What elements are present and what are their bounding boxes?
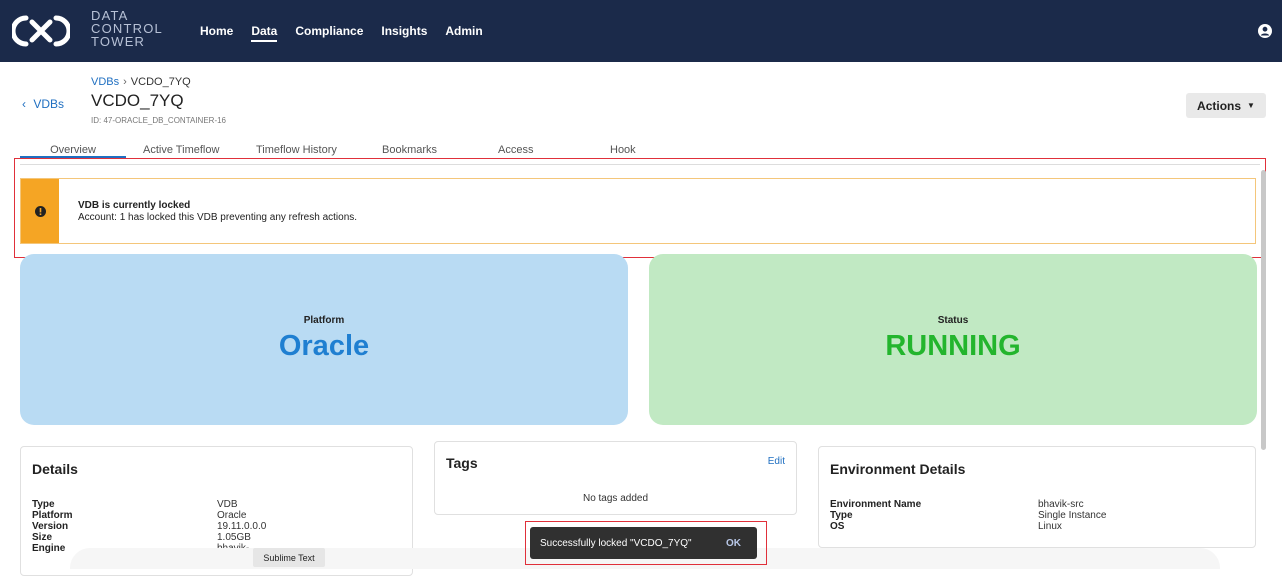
breadcrumb-vdbs[interactable]: VDBs: [91, 76, 119, 88]
detail-value: Oracle: [217, 510, 247, 521]
vdb-id: ID: 47-ORACLE_DB_CONTAINER-16: [91, 116, 226, 125]
detail-key: Engine: [32, 543, 66, 554]
tags-empty-text: No tags added: [582, 493, 649, 504]
breadcrumb: VDBs › VCDO_7YQ: [91, 76, 191, 88]
page-scrollbar[interactable]: [1261, 170, 1266, 450]
env-value: Single Instance: [1038, 510, 1107, 521]
env-key: Type: [830, 510, 853, 521]
tab-access[interactable]: Access: [498, 144, 533, 156]
environment-name-link[interactable]: bhavik-src: [1038, 499, 1106, 510]
details-values: VDB Oracle 19.11.0.0.0 1.05GB bhavik-: [217, 499, 266, 554]
tags-edit-link[interactable]: Edit: [768, 456, 785, 467]
nav-insights[interactable]: Insights: [381, 24, 427, 42]
nav-home[interactable]: Home: [200, 24, 233, 42]
details-title: Details: [32, 461, 78, 477]
tags-panel: Tags Edit No tags added: [434, 441, 797, 515]
actions-button[interactable]: Actions ▼: [1186, 93, 1266, 118]
environment-title: Environment Details: [830, 461, 966, 477]
environment-panel: Environment Details Environment Name Typ…: [818, 446, 1256, 548]
env-key: OS: [830, 521, 845, 532]
caret-down-icon: ▼: [1247, 101, 1255, 110]
actions-label: Actions: [1197, 98, 1242, 113]
highlight-box-toast: [525, 521, 767, 565]
detail-key: Size: [32, 532, 53, 543]
detail-key: Platform: [32, 510, 73, 521]
detail-value: 1.05GB: [217, 532, 251, 543]
main-nav: Home Data Compliance Insights Admin: [200, 24, 483, 42]
chevron-left-icon: ‹: [22, 97, 26, 111]
status-card: Status RUNNING: [649, 254, 1257, 425]
nav-compliance[interactable]: Compliance: [295, 24, 363, 42]
detail-value: 19.11.0.0.0: [217, 521, 267, 532]
detail-key: Version: [32, 521, 69, 532]
environment-values: bhavik-src Single Instance Linux: [1038, 499, 1106, 532]
details-keys: Type Platform Version Size Engine: [32, 499, 73, 554]
detail-value: VDB: [217, 499, 238, 510]
tags-title: Tags: [446, 455, 478, 471]
tab-overview[interactable]: Overview: [20, 144, 126, 158]
chevron-right-icon: ›: [123, 76, 127, 88]
tab-bookmarks[interactable]: Bookmarks: [382, 144, 437, 156]
status-value: RUNNING: [885, 330, 1021, 362]
env-key: Environment Name: [830, 499, 922, 510]
platform-card: Platform Oracle: [20, 254, 628, 425]
nav-data[interactable]: Data: [251, 24, 278, 42]
nav-admin[interactable]: Admin: [445, 24, 482, 42]
brand-name: DATA CONTROL TOWER: [91, 8, 163, 49]
tab-timeflow-history[interactable]: Timeflow History: [256, 144, 337, 156]
environment-keys: Environment Name Type OS: [830, 499, 921, 532]
back-link[interactable]: ‹ VDBs: [22, 97, 64, 111]
user-circle-icon[interactable]: [1258, 24, 1272, 38]
back-link-label: VDBs: [33, 97, 65, 111]
top-navbar: DATA CONTROL TOWER Home Data Compliance …: [0, 0, 1282, 62]
tab-active-timeflow[interactable]: Active Timeflow: [143, 144, 219, 156]
status-label: Status: [937, 315, 969, 326]
app-tooltip: Sublime Text: [253, 548, 325, 567]
page-title: VCDO_7YQ: [91, 91, 184, 110]
platform-value: Oracle: [278, 330, 370, 362]
detail-key: Type: [32, 499, 55, 510]
highlight-box-banner: [14, 158, 1266, 258]
env-value: Linux: [1038, 521, 1062, 532]
delphix-logo-icon[interactable]: [12, 14, 70, 48]
platform-label: Platform: [303, 315, 345, 326]
tab-hook[interactable]: Hook: [610, 144, 636, 156]
breadcrumb-current: VCDO_7YQ: [130, 76, 191, 88]
